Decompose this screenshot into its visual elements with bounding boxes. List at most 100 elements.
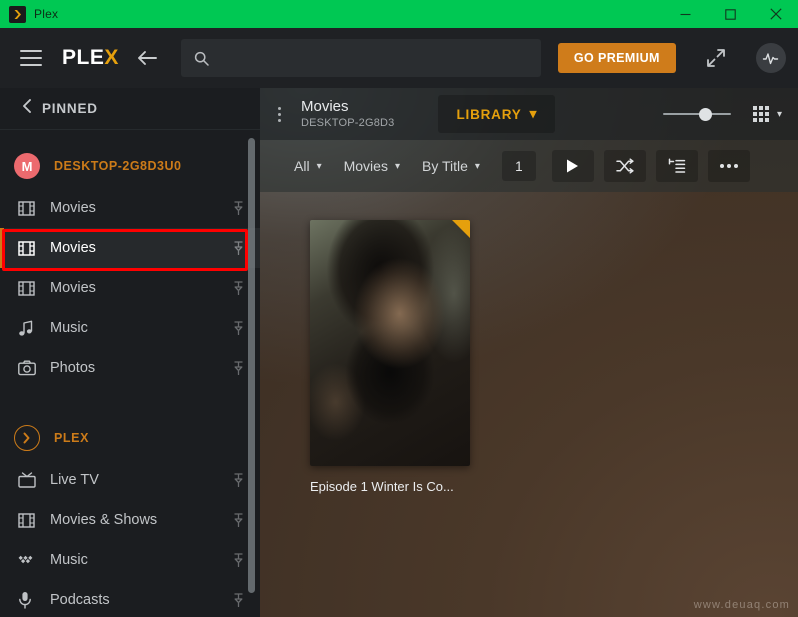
plex-items-list: Live TV Movies & Shows [0,460,260,617]
activity-pulse-icon[interactable] [756,43,786,73]
music-note-icon [18,320,44,337]
filter-sort[interactable]: By Title ▾ [422,158,480,174]
plex-brand-text: PLE [62,46,104,69]
pin-icon[interactable] [233,241,244,255]
plex-section-header[interactable]: PLEX [0,418,260,458]
pin-icon[interactable] [233,281,244,295]
play-button[interactable] [552,150,594,182]
slider-handle[interactable] [699,108,712,121]
shuffle-button[interactable] [604,150,646,182]
pinned-items-list: Movies Movies [0,188,260,388]
film-strip-icon [18,240,44,257]
media-card-title: Episode 1 Winter Is Co... [310,479,475,494]
sidebar-item-label: Podcasts [50,592,233,608]
more-vertical-icon[interactable] [278,107,281,122]
sidebar-item-podcasts[interactable]: Podcasts [0,580,260,617]
sidebar-item-live-tv[interactable]: Live TV [0,460,260,500]
more-horizontal-icon [720,164,738,168]
plex-brand-accent: X [104,46,119,69]
sidebar: PINNED M DESKTOP-2G8D3U0 Movies [0,88,260,617]
library-dropdown-button[interactable]: LIBRARY ▾ [438,95,555,133]
tidal-music-icon [18,553,44,567]
grid-view-button[interactable]: ▾ [753,106,782,122]
filter-type-label: Movies [344,158,388,174]
episode-thumbnail[interactable] [310,220,470,466]
filter-all-label: All [294,158,310,174]
fullscreen-expand-icon[interactable] [706,48,726,68]
film-strip-icon [18,200,44,217]
window-title: Plex [34,7,58,21]
grid-view-icon [753,106,769,122]
pin-icon[interactable] [233,593,244,607]
sidebar-item-photos[interactable]: Photos [0,348,260,388]
add-to-playlist-icon [668,158,686,174]
microphone-icon [18,591,44,609]
pin-icon[interactable] [233,201,244,215]
add-to-playlist-button[interactable] [656,150,698,182]
library-header: Movies DESKTOP-2G8D3 LIBRARY ▾ ▾ [260,88,798,140]
search-input[interactable] [217,51,541,66]
pin-icon[interactable] [233,553,244,567]
media-card[interactable]: Episode 1 Winter Is Co... [310,220,470,494]
chevron-down-icon: ▾ [395,161,400,172]
camera-icon [18,360,44,376]
media-grid: Episode 1 Winter Is Co... [260,192,798,494]
go-premium-button[interactable]: GO PREMIUM [558,43,676,73]
sidebar-item-music-plex[interactable]: Music [0,540,260,580]
pin-icon[interactable] [233,513,244,527]
library-dropdown-label: LIBRARY [456,107,521,122]
close-icon[interactable] [753,0,798,28]
sidebar-item-movies-1[interactable]: Movies [0,188,260,228]
search-box[interactable] [181,39,541,77]
filter-all[interactable]: All ▾ [294,158,322,174]
library-titles: Movies DESKTOP-2G8D3 [301,98,394,130]
maximize-icon[interactable] [708,0,753,28]
zoom-slider[interactable] [663,106,731,122]
pinned-header-label: PINNED [42,101,98,116]
chevron-down-icon: ▾ [317,161,322,172]
sidebar-item-label: Photos [50,360,233,376]
filter-type[interactable]: Movies ▾ [344,158,400,174]
sidebar-item-label: Music [50,552,233,568]
pinned-header[interactable]: PINNED [0,88,260,130]
sidebar-item-movies-and-shows[interactable]: Movies & Shows [0,500,260,540]
tv-icon [18,472,44,488]
hamburger-icon[interactable] [20,50,42,66]
page-title: Movies [301,98,394,116]
filter-sort-label: By Title [422,158,468,174]
sidebar-scrollbar[interactable] [248,138,255,593]
window-titlebar: Plex [0,0,798,28]
sidebar-item-label: Movies [50,200,233,216]
sidebar-item-movies-selected[interactable]: Movies [0,228,260,268]
plex-section-label: PLEX [54,431,89,445]
more-options-button[interactable] [708,150,750,182]
pin-icon[interactable] [233,473,244,487]
sidebar-item-label: Movies & Shows [50,512,233,528]
film-strip-icon [18,280,44,297]
play-icon [565,158,580,174]
section-divider [0,388,260,418]
minimize-icon[interactable] [663,0,708,28]
plex-brand-logo[interactable]: PLEX [62,46,119,70]
sidebar-item-music[interactable]: Music [0,308,260,348]
plex-circle-chevron-icon [14,425,40,451]
library-toolbar: All ▾ Movies ▾ By Title ▾ 1 [260,140,798,192]
sidebar-item-label: Live TV [50,472,233,488]
shuffle-icon [616,158,634,174]
plex-app-window: Plex PLEX [0,0,798,617]
server-row[interactable]: M DESKTOP-2G8D3U0 [0,146,260,186]
pin-icon[interactable] [233,361,244,375]
pin-icon[interactable] [233,321,244,335]
poster-image [310,220,470,466]
item-count-badge[interactable]: 1 [502,151,536,181]
chevron-down-icon: ▾ [777,109,782,120]
unwatched-badge [452,220,470,238]
back-arrow-icon[interactable] [137,50,157,66]
page-subtitle: DESKTOP-2G8D3 [301,116,394,130]
server-name: DESKTOP-2G8D3U0 [54,159,181,173]
plex-chevron-icon [9,6,26,23]
sidebar-item-label: Movies [50,280,233,296]
sidebar-item-movies-3[interactable]: Movies [0,268,260,308]
top-navigation-bar: PLEX GO PREMIUM [0,28,798,88]
watermark: www.deuaq.com [694,599,790,611]
